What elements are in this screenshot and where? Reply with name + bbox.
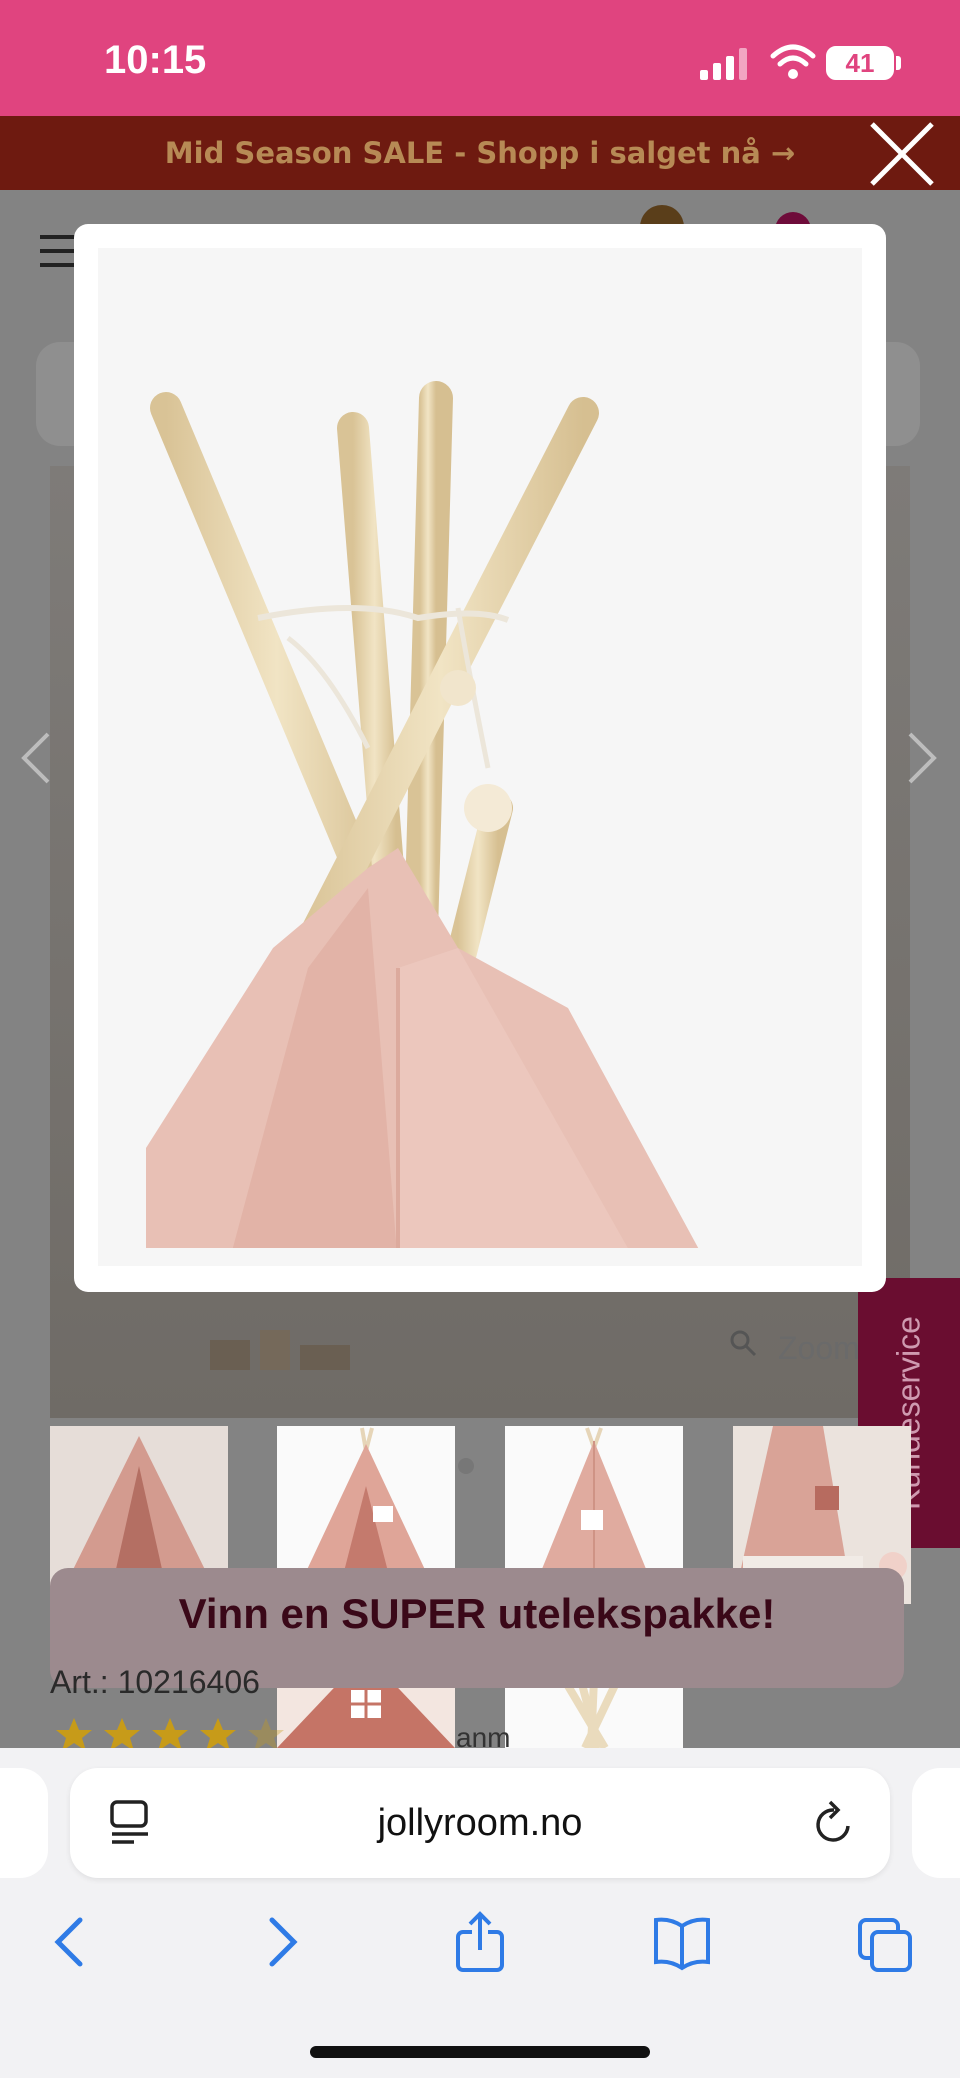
campaign-banner-text: Vinn en SUPER utelekspakke! bbox=[178, 1590, 776, 1637]
forward-icon[interactable] bbox=[250, 1910, 310, 1974]
wifi-icon bbox=[770, 44, 816, 79]
page-menu-icon[interactable] bbox=[108, 1800, 152, 1846]
zoom-icon bbox=[730, 1330, 757, 1357]
previous-tab-edge[interactable] bbox=[0, 1768, 48, 1878]
back-icon[interactable] bbox=[42, 1910, 102, 1974]
modal-product-image bbox=[98, 248, 862, 1266]
battery-icon: 41 bbox=[826, 46, 894, 80]
article-number: Art.: 10216406 bbox=[50, 1664, 260, 1700]
close-icon[interactable] bbox=[866, 118, 938, 190]
status-time: 10:15 bbox=[104, 38, 207, 82]
battery-nub bbox=[896, 56, 901, 70]
chevron-left-icon[interactable] bbox=[18, 728, 54, 788]
home-indicator bbox=[310, 2046, 650, 2058]
cellular-signal-icon bbox=[700, 48, 747, 80]
promo-banner-text[interactable]: Mid Season SALE - Shopp i salget nå → bbox=[0, 116, 960, 190]
wooden-blocks-decor bbox=[210, 1330, 350, 1370]
carousel-dot bbox=[458, 1458, 474, 1474]
reload-icon[interactable] bbox=[812, 1798, 856, 1848]
tabs-icon[interactable] bbox=[856, 1910, 916, 1974]
zoom-label: Zoom bbox=[778, 1330, 860, 1366]
address-bar-url[interactable]: jollyroom.no bbox=[70, 1768, 890, 1878]
bookmarks-icon[interactable] bbox=[652, 1910, 712, 1974]
chevron-right-icon[interactable] bbox=[904, 728, 940, 788]
battery-level: 41 bbox=[845, 48, 875, 78]
share-icon[interactable] bbox=[450, 1910, 510, 1974]
next-tab-edge[interactable] bbox=[912, 1768, 960, 1878]
